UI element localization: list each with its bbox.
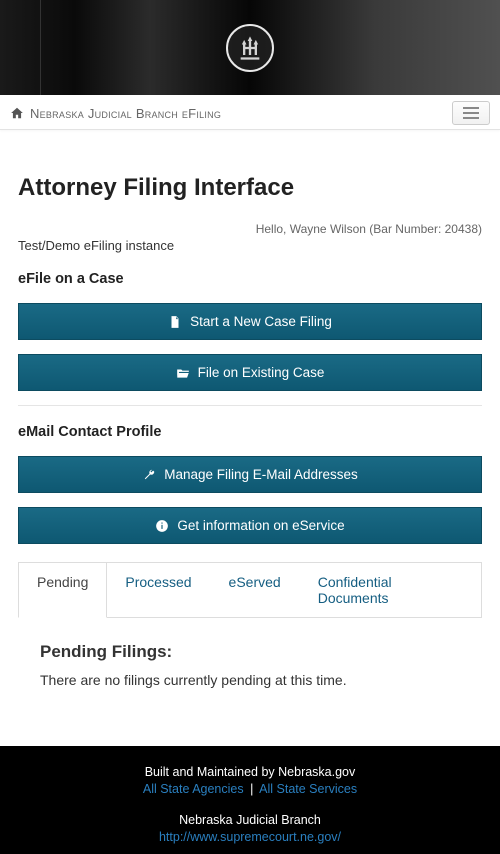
home-icon (10, 106, 24, 120)
site-name: Nebraska Judicial Branch eFiling (30, 106, 221, 121)
footer-agencies-link[interactable]: All State Agencies (143, 782, 244, 796)
footer-services-link[interactable]: All State Services (259, 782, 357, 796)
main-content: Attorney Filing Interface Hello, Wayne W… (0, 130, 500, 716)
email-section-heading: eMail Contact Profile (18, 424, 482, 440)
btn-label: Get information on eService (177, 518, 344, 533)
footer-built-by: Built and Maintained by Nebraska.gov (0, 764, 500, 781)
manage-email-button[interactable]: Manage Filing E-Mail Addresses (18, 456, 482, 493)
folder-open-icon (176, 366, 190, 380)
tab-processed[interactable]: Processed (107, 563, 210, 617)
eservice-info-button[interactable]: Get information on eService (18, 507, 482, 544)
hamburger-icon (463, 107, 479, 119)
footer-link-separator: | (247, 782, 256, 796)
header-banner (0, 0, 500, 95)
page-footer: Built and Maintained by Nebraska.gov All… (0, 746, 500, 854)
pending-tab-panel: Pending Filings: There are no filings cu… (18, 618, 482, 716)
top-nav: Nebraska Judicial Branch eFiling (0, 95, 500, 130)
menu-toggle-button[interactable] (452, 101, 490, 125)
tab-eserved[interactable]: eServed (211, 563, 300, 617)
btn-label: Manage Filing E-Mail Addresses (164, 467, 358, 482)
wrench-icon (142, 468, 156, 482)
btn-label: File on Existing Case (198, 365, 325, 380)
filings-tabs: Pending Processed eServed Confidential D… (18, 562, 482, 617)
page-title: Attorney Filing Interface (18, 174, 482, 202)
state-seal-icon (226, 24, 274, 72)
footer-branch-url[interactable]: http://www.supremecourt.ne.gov/ (159, 830, 341, 844)
tab-confidential[interactable]: Confidential Documents (300, 563, 481, 617)
section-divider (18, 405, 482, 406)
file-existing-case-button[interactable]: File on Existing Case (18, 354, 482, 391)
btn-label: Start a New Case Filing (190, 314, 332, 329)
pending-empty-message: There are no filings currently pending a… (40, 672, 460, 688)
instance-note: Test/Demo eFiling instance (18, 238, 482, 253)
user-greeting: Hello, Wayne Wilson (Bar Number: 20438) (18, 222, 482, 236)
tab-pending[interactable]: Pending (18, 562, 107, 618)
start-new-case-button[interactable]: Start a New Case Filing (18, 303, 482, 340)
pending-heading: Pending Filings: (40, 642, 460, 662)
info-icon (155, 519, 169, 533)
footer-branch-label: Nebraska Judicial Branch (0, 812, 500, 829)
brand-home-link[interactable]: Nebraska Judicial Branch eFiling (10, 106, 221, 121)
efile-section-heading: eFile on a Case (18, 271, 482, 287)
file-icon (168, 315, 182, 329)
